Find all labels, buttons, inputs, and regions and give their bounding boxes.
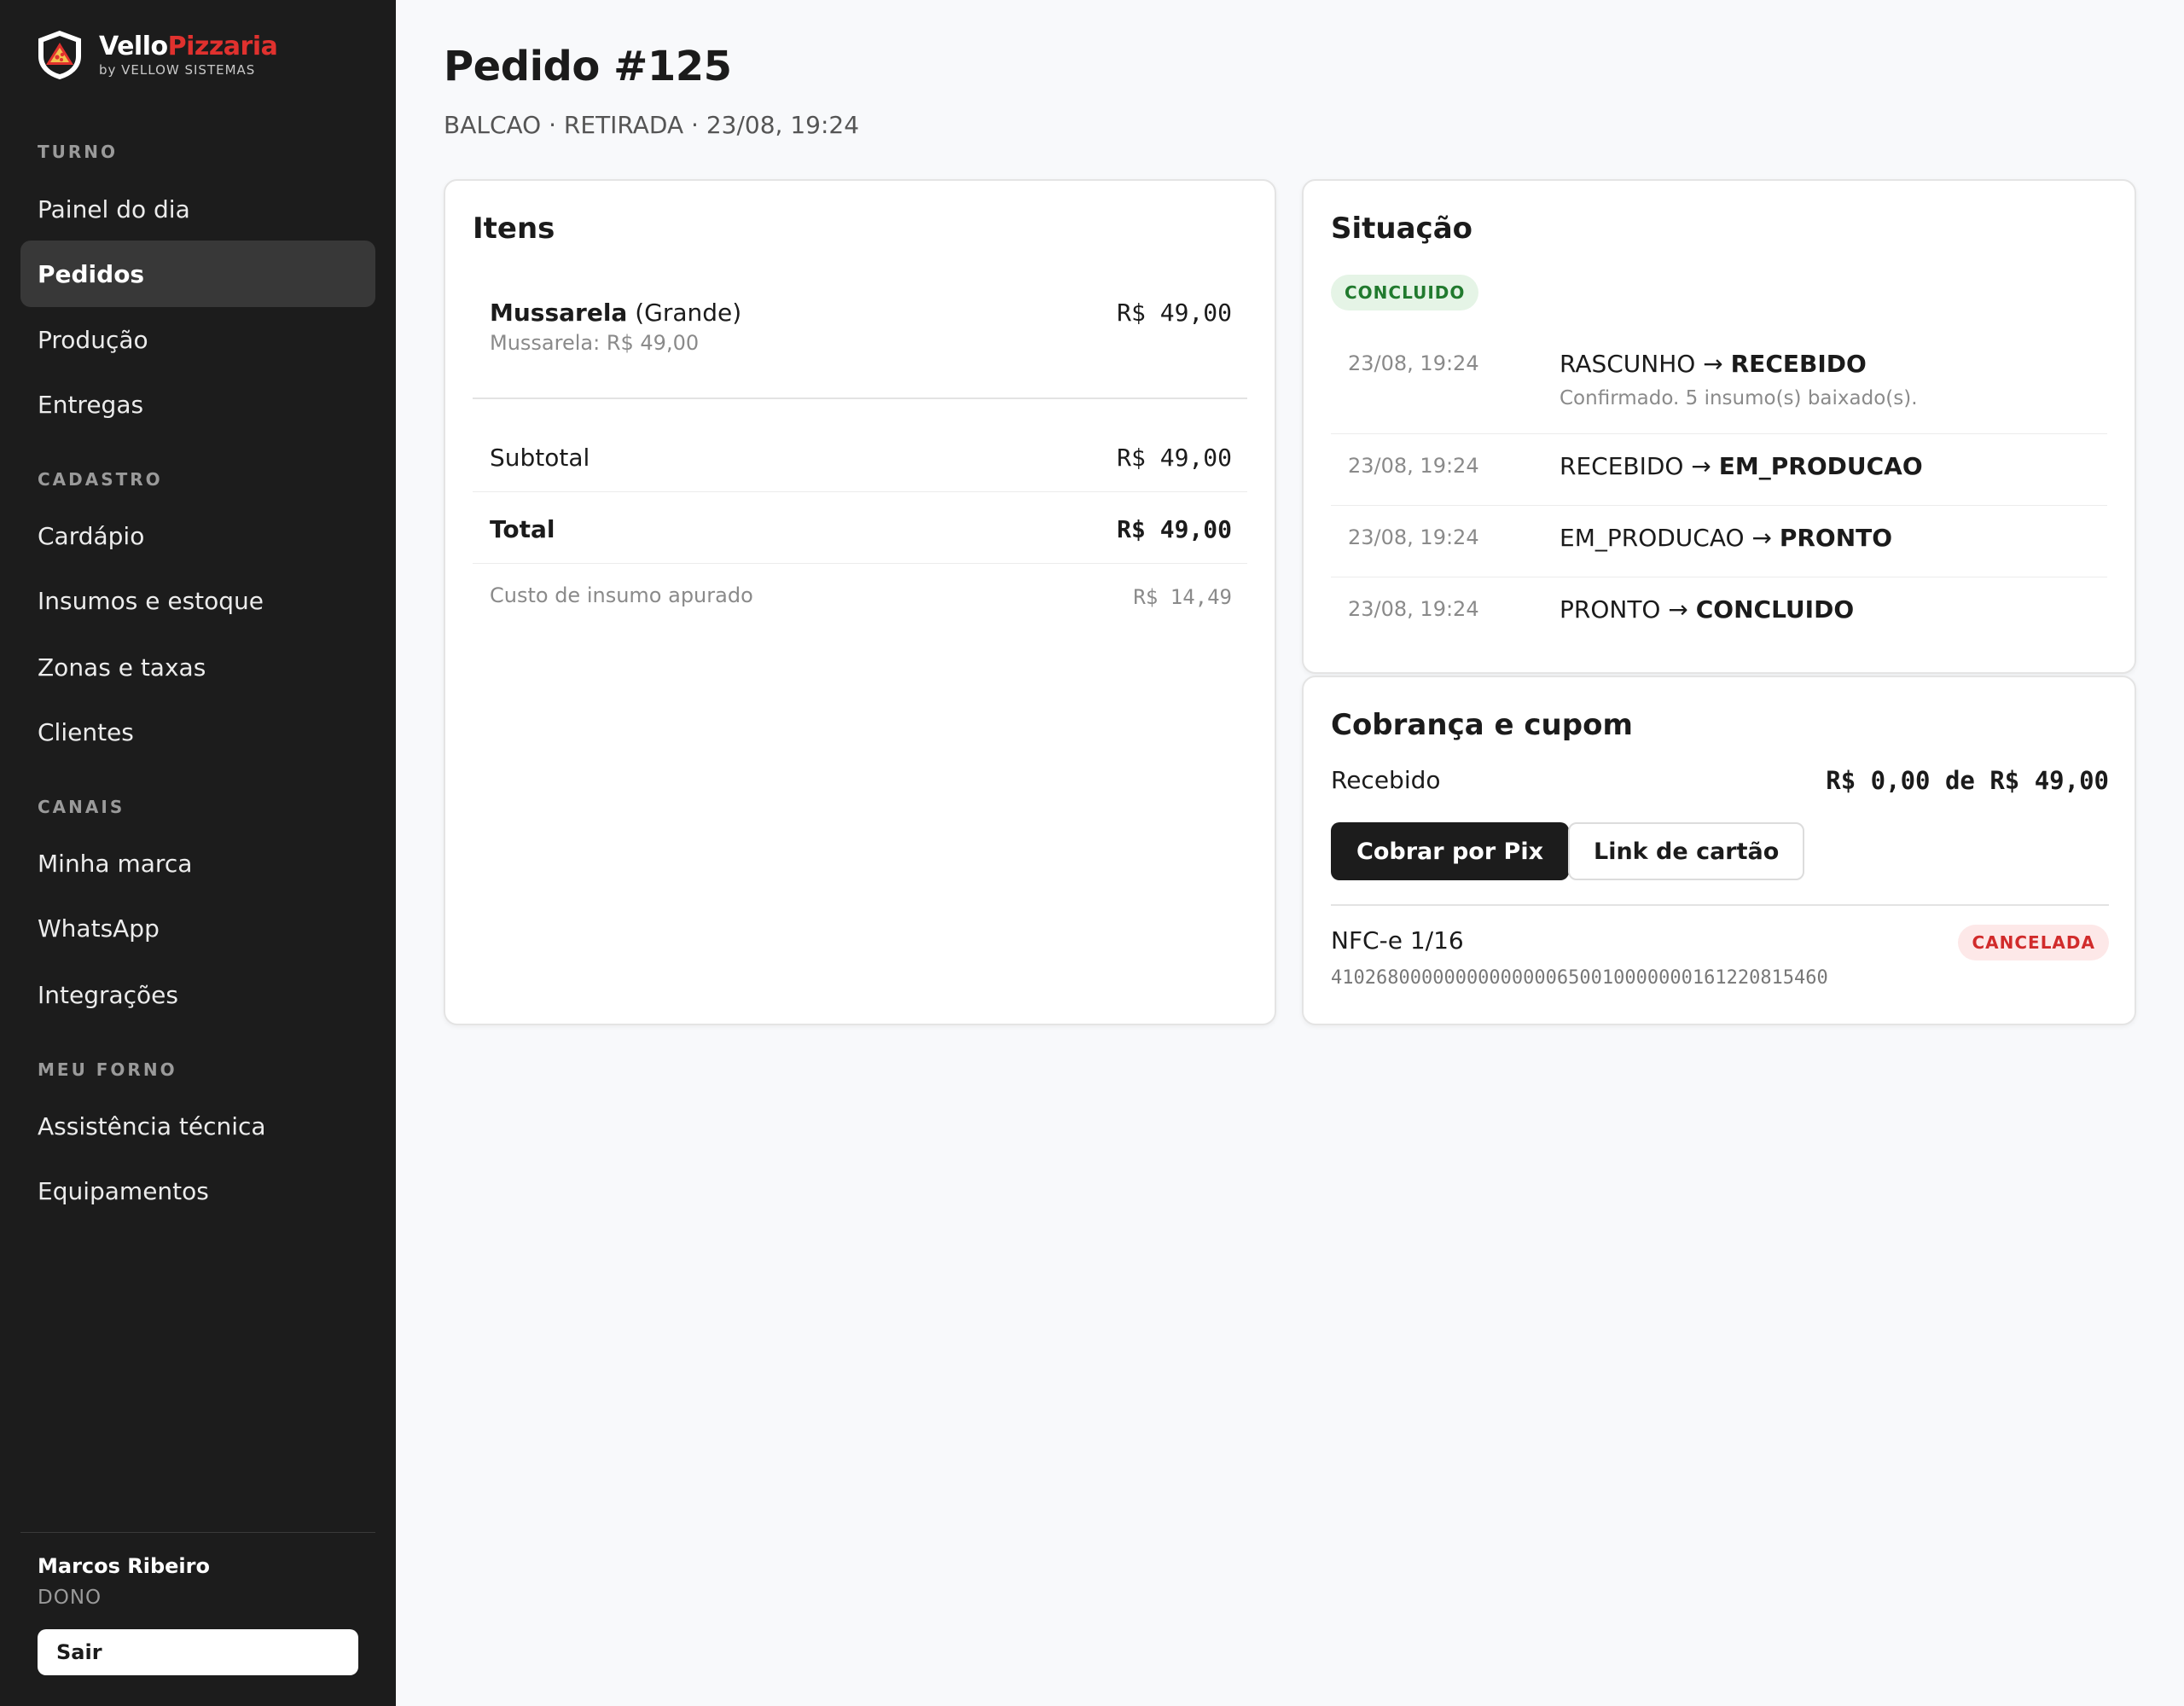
timeline-from-1: RASCUNHO (1560, 350, 1696, 378)
brand[interactable]: VelloPizzaria by VELLOW SISTEMAS (36, 29, 278, 80)
timeline-note-1: Confirmado. 5 insumo(s) baixado(s). (1560, 387, 1918, 409)
sidebar-item-assistencia-tecnica[interactable]: Assistência técnica (20, 1093, 375, 1159)
brand-name-part1: Vello (99, 32, 168, 61)
nav-section-canais: CANAIS (38, 797, 125, 817)
nfce-access-key: 4102680000000000000065001000000016122081… (1331, 967, 1828, 989)
total-label: Total (490, 515, 555, 543)
sidebar-item-whatsapp[interactable]: WhatsApp (20, 895, 375, 961)
timeline-time-2: 23/08, 19:24 (1348, 454, 1479, 478)
item-detail: Mussarela: R$ 49,00 (490, 331, 700, 355)
timeline-divider (1331, 433, 2107, 434)
timeline-transition-2: RECEBIDO → EM_PRODUCAO (1560, 452, 1923, 480)
sidebar-item-integracoes[interactable]: Integrações (20, 961, 375, 1028)
cost-value: R$ 14,49 (1133, 585, 1232, 609)
timeline-to-2: EM_PRODUCAO (1718, 452, 1923, 480)
pix-charge-button[interactable]: Cobrar por Pix (1331, 822, 1569, 880)
item-size: (Grande) (635, 299, 742, 327)
nfce-label: NFC-e 1/16 (1331, 926, 1464, 955)
timeline-time-3: 23/08, 19:24 (1348, 525, 1479, 549)
brand-text: VelloPizzaria by VELLOW SISTEMAS (99, 32, 278, 78)
brand-name: VelloPizzaria (99, 32, 278, 62)
nfce-status-badge: CANCELADA (1958, 925, 2109, 960)
timeline-transition-3: EM_PRODUCAO → PRONTO (1560, 524, 1892, 552)
pizza-shield-logo-icon (38, 30, 81, 80)
sidebar-item-equipamentos[interactable]: Equipamentos (20, 1158, 375, 1224)
card-link-button[interactable]: Link de cartão (1568, 822, 1805, 880)
received-label: Recebido (1331, 766, 1441, 794)
brand-subtitle: by VELLOW SISTEMAS (99, 62, 256, 78)
timeline-arrow-icon: → (1751, 524, 1772, 552)
subtotal-value: R$ 49,00 (1117, 444, 1232, 472)
items-card: Itens Mussarela (Grande) Mussarela: R$ 4… (444, 179, 1276, 1025)
sidebar-item-entregas[interactable]: Entregas (20, 371, 375, 438)
sidebar-item-clientes[interactable]: Clientes (20, 699, 375, 765)
timeline-from-3: EM_PRODUCAO (1560, 524, 1745, 552)
logout-button[interactable]: Sair (38, 1629, 358, 1675)
item-name: Mussarela (Grande) (490, 299, 741, 327)
timeline-to-3: PRONTO (1779, 524, 1893, 552)
sidebar-item-painel-do-dia[interactable]: Painel do dia (20, 176, 375, 242)
timeline-arrow-icon: → (1691, 452, 1711, 480)
user-name: Marcos Ribeiro (38, 1554, 210, 1578)
billing-card: Cobrança e cupom Recebido R$ 0,00 de R$ … (1302, 676, 2136, 1025)
timeline-time-1: 23/08, 19:24 (1348, 351, 1479, 375)
timeline-arrow-icon: → (1668, 595, 1688, 624)
received-value: R$ 0,00 de R$ 49,00 (1826, 766, 2109, 795)
timeline-from-4: PRONTO (1560, 595, 1661, 624)
billing-card-title: Cobrança e cupom (1331, 708, 1633, 742)
timeline-time-4: 23/08, 19:24 (1348, 597, 1479, 621)
status-card-title: Situação (1331, 212, 1472, 246)
sidebar: VelloPizzaria by VELLOW SISTEMAS TURNO P… (0, 0, 396, 1706)
subtotal-divider (473, 491, 1247, 492)
item-name-text: Mussarela (490, 299, 628, 327)
status-card: Situação CONCLUIDO 23/08, 19:24 RASCUNHO… (1302, 179, 2136, 674)
page-title: Pedido #125 (444, 43, 732, 90)
timeline-to-4: CONCLUIDO (1695, 595, 1855, 624)
order-subtitle: BALCAO · RETIRADA · 23/08, 19:24 (444, 111, 860, 139)
items-card-title: Itens (473, 212, 555, 246)
timeline-to-1: RECEBIDO (1730, 350, 1867, 378)
sidebar-item-minha-marca[interactable]: Minha marca (20, 830, 375, 897)
sidebar-item-insumos-e-estoque[interactable]: Insumos e estoque (20, 567, 375, 634)
user-role: DONO (38, 1587, 102, 1609)
subtotal-label: Subtotal (490, 444, 590, 472)
timeline-arrow-icon: → (1703, 350, 1723, 378)
timeline-from-2: RECEBIDO (1560, 452, 1684, 480)
billing-divider (1331, 904, 2109, 906)
status-badge: CONCLUIDO (1331, 275, 1479, 310)
cost-label: Custo de insumo apurado (490, 583, 753, 607)
sidebar-item-producao[interactable]: Produção (20, 306, 375, 373)
total-divider (473, 563, 1247, 564)
timeline-transition-4: PRONTO → CONCLUIDO (1560, 595, 1854, 624)
sidebar-item-cardapio[interactable]: Cardápio (20, 502, 375, 569)
timeline-divider (1331, 505, 2107, 506)
nav-section-turno: TURNO (38, 142, 119, 162)
sidebar-divider (20, 1532, 375, 1533)
brand-name-part2: Pizzaria (167, 32, 278, 61)
items-divider (473, 397, 1247, 399)
sidebar-item-pedidos[interactable]: Pedidos (20, 241, 375, 307)
sidebar-item-zonas-e-taxas[interactable]: Zonas e taxas (20, 634, 375, 700)
total-value: R$ 49,00 (1117, 515, 1232, 543)
nav-section-cadastro: CADASTRO (38, 469, 163, 490)
item-price: R$ 49,00 (1117, 299, 1232, 327)
timeline-transition-1: RASCUNHO → RECEBIDO (1560, 350, 1867, 378)
nav-section-meu-forno: MEU FORNO (38, 1059, 177, 1080)
